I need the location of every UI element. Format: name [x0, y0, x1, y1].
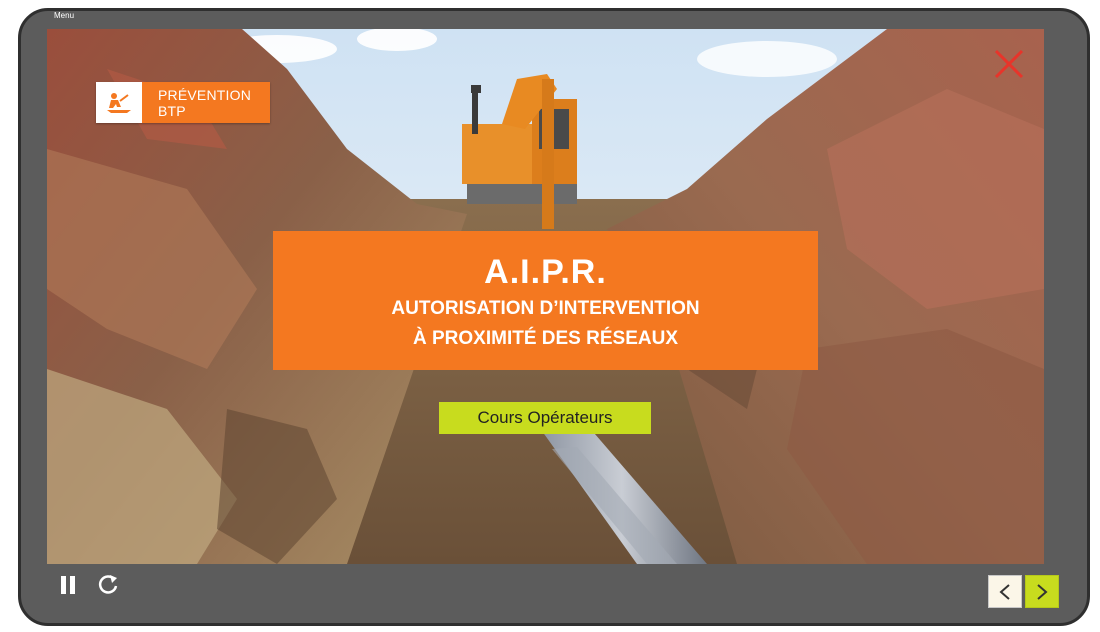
course-badge: Cours Opérateurs	[439, 402, 651, 434]
menu-label[interactable]: Menu	[54, 11, 74, 20]
slide-screen: PRÉVENTION BTP A.I.P.R. AUTORISATION D’I…	[47, 29, 1044, 564]
pause-icon[interactable]	[58, 574, 78, 596]
slide-title-box: A.I.P.R. AUTORISATION D’INTERVENTION À P…	[273, 231, 818, 370]
replay-button[interactable]	[96, 573, 120, 597]
chevron-right-icon[interactable]	[1035, 583, 1049, 601]
previous-slide-button[interactable]	[988, 575, 1022, 608]
next-slide-button[interactable]	[1025, 575, 1059, 608]
brand-badge: PRÉVENTION BTP	[96, 82, 270, 123]
worker-digging-icon	[96, 82, 142, 123]
brand-name: PRÉVENTION BTP	[142, 82, 270, 123]
slide-subtitle-line-2: À PROXIMITÉ DES RÉSEAUX	[413, 328, 678, 349]
slide-subtitle-line-1: AUTORISATION D’INTERVENTION	[391, 298, 700, 319]
close-icon[interactable]	[992, 47, 1026, 81]
playback-controls	[56, 573, 120, 597]
close-button[interactable]	[992, 47, 1026, 81]
slide-title: A.I.P.R.	[484, 253, 607, 291]
chevron-left-icon[interactable]	[998, 583, 1012, 601]
replay-icon[interactable]	[96, 573, 120, 597]
pause-button[interactable]	[56, 573, 80, 597]
